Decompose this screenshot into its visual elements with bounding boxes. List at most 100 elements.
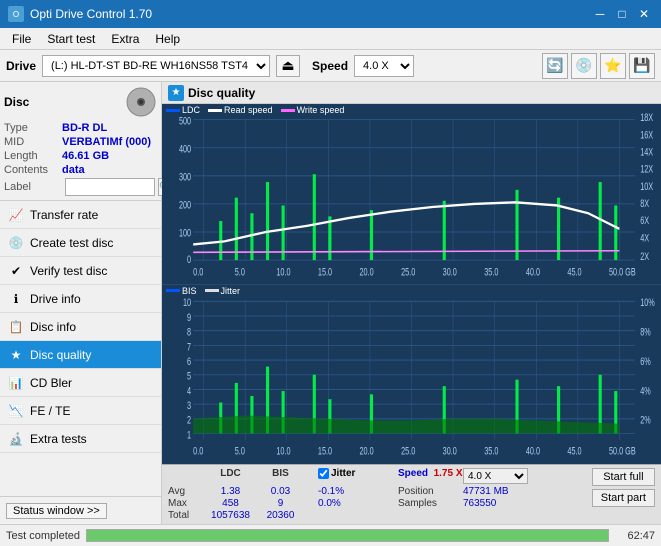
fe-te-icon: 📉 [8,403,24,419]
disc-quality-header-icon: ★ [168,85,184,101]
close-button[interactable]: ✕ [635,5,653,23]
sidebar-item-fe-te[interactable]: 📉 FE / TE [0,397,161,425]
jitter-checkbox-label: Jitter [331,468,355,479]
svg-text:8X: 8X [640,198,649,210]
disc-mid-row: MID VERBATIMf (000) [4,136,157,148]
stats-max-row: Max 458 9 0.0% Samples 763550 [168,498,586,509]
start-part-button[interactable]: Start part [592,489,655,507]
sidebar-item-drive-info-label: Drive info [30,292,81,306]
stats-avg-ldc: 1.38 [203,486,258,497]
disc-contents-value: data [62,164,85,176]
svg-text:45.0: 45.0 [567,266,581,278]
eject-button[interactable]: ⏏ [276,55,300,77]
sidebar-item-cd-bler[interactable]: 📊 CD Bler [0,369,161,397]
stats-max-empty [303,498,318,509]
disc-panel: Disc Type BD-R DL MID VERBATIMf (000) L [0,82,161,201]
transfer-rate-icon: 📈 [8,207,24,223]
sidebar-item-create-test-disc[interactable]: 💿 Create test disc [0,229,161,257]
legend-ldc-label: LDC [182,105,200,115]
sidebar-item-drive-info[interactable]: ℹ Drive info [0,285,161,313]
stats-header-empty2 [303,468,318,484]
sidebar-item-transfer-rate[interactable]: 📈 Transfer rate [0,201,161,229]
disc-mid-value: VERBATIMf (000) [62,136,151,148]
drivebar: Drive (L:) HL-DT-ST BD-RE WH16NS58 TST4 … [0,50,661,82]
stats-avg-row: Avg 1.38 0.03 -0.1% Position 47731 MB [168,486,586,497]
svg-text:6X: 6X [640,215,649,227]
svg-text:10X: 10X [640,180,653,192]
menu-file[interactable]: File [4,30,39,48]
svg-text:5: 5 [187,370,191,383]
app-icon: O [8,6,24,22]
toolbar-disc-button[interactable]: 💿 [571,53,597,79]
stats-total-label: Total [168,510,203,521]
svg-text:0.0: 0.0 [193,445,203,458]
svg-text:10.0: 10.0 [276,445,290,458]
svg-text:40.0: 40.0 [526,266,540,278]
stats-header-jitter-check: Jitter [318,468,398,484]
drive-label: Drive [6,59,36,73]
svg-text:35.0: 35.0 [484,445,498,458]
svg-text:30.0: 30.0 [443,445,457,458]
svg-text:3: 3 [187,399,191,412]
titlebar-controls[interactable]: ─ □ ✕ [591,5,653,23]
svg-text:18X: 18X [640,112,653,124]
svg-text:7: 7 [187,340,191,353]
disc-contents-label: Contents [4,164,62,176]
extra-tests-icon: 🔬 [8,431,24,447]
svg-text:5.0: 5.0 [235,445,245,458]
legend-bis-color [166,289,180,292]
legend-read-speed-color [208,109,222,112]
legend-write-speed-color [281,109,295,112]
stats-speed-select[interactable]: 4.0 X 2.0 X [463,468,528,484]
disc-quality-icon: ★ [8,347,24,363]
svg-text:6: 6 [187,355,191,368]
titlebar: O Opti Drive Control 1.70 ─ □ ✕ [0,0,661,28]
disc-label-row: Label 🔍 [4,178,157,196]
svg-text:6%: 6% [640,355,651,368]
menu-extra[interactable]: Extra [103,30,147,48]
svg-text:0.0: 0.0 [193,266,203,278]
verify-test-disc-icon: ✔ [8,263,24,279]
create-test-disc-icon: 💿 [8,235,24,251]
nav-items: 📈 Transfer rate 💿 Create test disc ✔ Ver… [0,201,161,496]
stats-total-row: Total 1057638 20360 [168,510,586,521]
toolbar-star-button[interactable]: ⭐ [600,53,626,79]
sidebar-item-disc-info[interactable]: 📋 Disc info [0,313,161,341]
sidebar-item-extra-tests[interactable]: 🔬 Extra tests [0,425,161,453]
jitter-checkbox[interactable] [318,468,329,479]
sidebar-item-disc-quality[interactable]: ★ Disc quality [0,341,161,369]
progress-fill [87,530,608,541]
svg-text:14X: 14X [640,146,653,158]
stats-avg-label: Avg [168,486,203,497]
stats-total-speed-value [463,510,528,521]
bottom-chart: BIS Jitter [162,285,661,465]
maximize-button[interactable]: □ [613,5,631,23]
minimize-button[interactable]: ─ [591,5,609,23]
svg-text:2X: 2X [640,251,649,263]
toolbar-refresh-button[interactable]: 🔄 [542,53,568,79]
status-text: Test completed [6,530,80,542]
bottom-chart-legend: BIS Jitter [166,286,240,296]
stats-max-bis: 9 [258,498,303,509]
status-window-button[interactable]: Status window >> [6,503,107,519]
menu-help[interactable]: Help [147,30,188,48]
disc-label-input[interactable] [65,178,155,196]
sidebar-item-verify-test-disc[interactable]: ✔ Verify test disc [0,257,161,285]
legend-read-speed-label: Read speed [224,105,273,115]
svg-text:45.0: 45.0 [567,445,581,458]
top-chart-legend: LDC Read speed Write speed [166,105,344,115]
speed-select[interactable]: 4.0 X 2.0 X 1.0 X [354,55,414,77]
drive-select[interactable]: (L:) HL-DT-ST BD-RE WH16NS58 TST4 [42,55,270,77]
toolbar-save-button[interactable]: 💾 [629,53,655,79]
drive-info-icon: ℹ [8,291,24,307]
sidebar-item-extra-tests-label: Extra tests [30,432,87,446]
disc-label-label: Label [4,181,62,193]
stats-max-speed-label: Samples [398,498,463,509]
stats-max-ldc: 458 [203,498,258,509]
time-display: 62:47 [615,530,655,542]
svg-text:9: 9 [187,311,191,324]
menu-start-test[interactable]: Start test [39,30,103,48]
sidebar-item-disc-quality-label: Disc quality [30,348,91,362]
disc-quality-header: ★ Disc quality [162,82,661,104]
start-full-button[interactable]: Start full [592,468,655,486]
